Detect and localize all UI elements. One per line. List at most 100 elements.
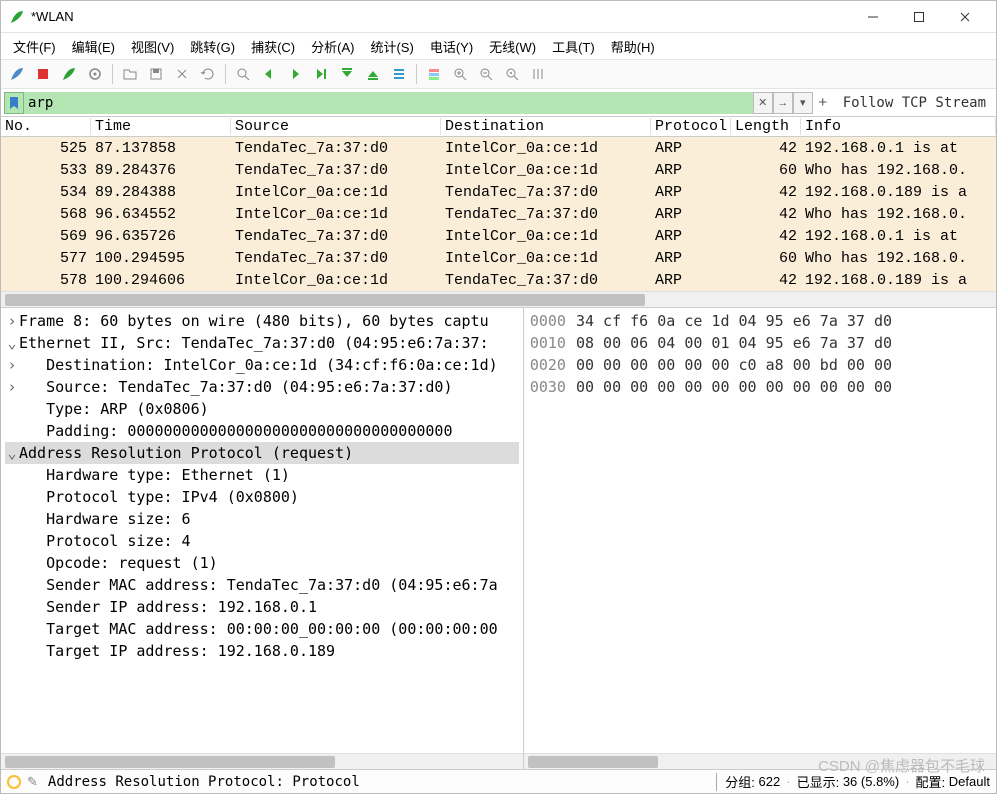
capture-options-icon[interactable]	[83, 62, 107, 86]
menu-edit[interactable]: 编辑(E)	[64, 35, 123, 58]
go-first-icon[interactable]	[335, 62, 359, 86]
tree-item[interactable]: › Destination: IntelCor_0a:ce:1d (34:cf:…	[5, 354, 519, 376]
packet-row[interactable]: 56896.634552IntelCor_0a:ce:1dTendaTec_7a…	[1, 203, 996, 225]
profile-name: Default	[949, 774, 990, 789]
menu-help[interactable]: 帮助(H)	[603, 35, 663, 58]
apply-filter-icon[interactable]: →	[773, 92, 793, 114]
packet-list-hscroll[interactable]	[1, 291, 996, 307]
packet-bytes-pane: 000034 cf f6 0a ce 1d 04 95 e6 7a 37 d00…	[524, 308, 996, 769]
hex-line[interactable]: 003000 00 00 00 00 00 00 00 00 00 00 00	[530, 376, 990, 398]
displayed-label: 已显示:	[797, 772, 840, 791]
col-source[interactable]: Source	[231, 118, 441, 135]
tree-item[interactable]: ⌄Ethernet II, Src: TendaTec_7a:37:d0 (04…	[5, 332, 519, 354]
packet-row[interactable]: 52587.137858TendaTec_7a:37:d0IntelCor_0a…	[1, 137, 996, 159]
profile-label: 配置:	[916, 772, 946, 791]
tree-item[interactable]: Sender IP address: 192.168.0.1	[5, 596, 519, 618]
stop-capture-icon[interactable]	[31, 62, 55, 86]
toolbar	[1, 59, 996, 89]
menu-statistics[interactable]: 统计(S)	[362, 35, 421, 58]
hex-line[interactable]: 000034 cf f6 0a ce 1d 04 95 e6 7a 37 d0	[530, 310, 990, 332]
col-time[interactable]: Time	[91, 118, 231, 135]
add-filter-button[interactable]: +	[813, 94, 833, 111]
go-back-icon[interactable]	[257, 62, 281, 86]
start-capture-icon[interactable]	[5, 62, 29, 86]
colorize-icon[interactable]	[422, 62, 446, 86]
app-icon	[9, 9, 25, 25]
tree-item[interactable]: Target MAC address: 00:00:00_00:00:00 (0…	[5, 618, 519, 640]
statusbar: ✎ Address Resolution Protocol: Protocol …	[1, 769, 996, 793]
packets-count: 622	[759, 774, 781, 789]
tree-item[interactable]: Target IP address: 192.168.0.189	[5, 640, 519, 662]
menubar: 文件(F) 编辑(E) 视图(V) 跳转(G) 捕获(C) 分析(A) 统计(S…	[1, 33, 996, 59]
detail-panes: ›Frame 8: 60 bytes on wire (480 bits), 6…	[1, 307, 996, 769]
zoom-out-icon[interactable]	[474, 62, 498, 86]
col-info[interactable]: Info	[801, 118, 996, 135]
toolbar-separator	[416, 64, 417, 84]
tree-item[interactable]: › Source: TendaTec_7a:37:d0 (04:95:e6:7a…	[5, 376, 519, 398]
packet-details-pane: ›Frame 8: 60 bytes on wire (480 bits), 6…	[1, 308, 524, 769]
packet-row[interactable]: 577100.294595TendaTec_7a:37:d0IntelCor_0…	[1, 247, 996, 269]
menu-file[interactable]: 文件(F)	[5, 35, 64, 58]
close-file-icon[interactable]	[170, 62, 194, 86]
col-protocol[interactable]: Protocol	[651, 118, 731, 135]
tree-item[interactable]: Opcode: request (1)	[5, 552, 519, 574]
open-file-icon[interactable]	[118, 62, 142, 86]
bookmark-icon[interactable]	[4, 92, 24, 114]
follow-tcp-stream-link[interactable]: Follow TCP Stream	[833, 95, 996, 111]
menu-telephony[interactable]: 电话(Y)	[422, 35, 481, 58]
tree-item[interactable]: ›Frame 8: 60 bytes on wire (480 bits), 6…	[5, 310, 519, 332]
auto-scroll-icon[interactable]	[387, 62, 411, 86]
tree-item[interactable]: ⌄Address Resolution Protocol (request)	[5, 442, 519, 464]
minimize-button[interactable]	[850, 2, 896, 32]
packet-list: No. Time Source Destination Protocol Len…	[1, 117, 996, 307]
col-length[interactable]: Length	[731, 118, 801, 135]
menu-analyze[interactable]: 分析(A)	[303, 35, 362, 58]
packet-list-header[interactable]: No. Time Source Destination Protocol Len…	[1, 117, 996, 137]
menu-wireless[interactable]: 无线(W)	[481, 35, 544, 58]
expert-info-icon[interactable]	[7, 775, 21, 789]
menu-capture[interactable]: 捕获(C)	[243, 35, 303, 58]
tree-item[interactable]: Hardware type: Ethernet (1)	[5, 464, 519, 486]
restart-capture-icon[interactable]	[57, 62, 81, 86]
clear-filter-icon[interactable]: ✕	[753, 92, 773, 114]
history-dropdown-icon[interactable]: ▾	[793, 92, 813, 114]
tree-item[interactable]: Hardware size: 6	[5, 508, 519, 530]
menu-tools[interactable]: 工具(T)	[544, 35, 603, 58]
tree-item[interactable]: Padding: 0000000000000000000000000000000…	[5, 420, 519, 442]
edit-icon[interactable]: ✎	[27, 774, 38, 790]
go-to-packet-icon[interactable]	[309, 62, 333, 86]
tree-hscroll[interactable]	[1, 753, 523, 769]
go-last-icon[interactable]	[361, 62, 385, 86]
hex-line[interactable]: 001008 00 06 04 00 01 04 95 e6 7a 37 d0	[530, 332, 990, 354]
col-no[interactable]: No.	[1, 118, 91, 135]
tree-item[interactable]: Protocol size: 4	[5, 530, 519, 552]
tree-item[interactable]: Sender MAC address: TendaTec_7a:37:d0 (0…	[5, 574, 519, 596]
packets-label: 分组:	[725, 772, 755, 791]
resize-columns-icon[interactable]	[526, 62, 550, 86]
toolbar-separator	[112, 64, 113, 84]
hex-hscroll[interactable]	[524, 753, 996, 769]
maximize-button[interactable]	[896, 2, 942, 32]
tree-item[interactable]: Type: ARP (0x0806)	[5, 398, 519, 420]
find-icon[interactable]	[231, 62, 255, 86]
hex-line[interactable]: 002000 00 00 00 00 00 c0 a8 00 bd 00 00	[530, 354, 990, 376]
reload-icon[interactable]	[196, 62, 220, 86]
zoom-in-icon[interactable]	[448, 62, 472, 86]
titlebar: *WLAN	[1, 1, 996, 33]
status-field-info: Address Resolution Protocol: Protocol	[48, 774, 708, 790]
display-filter-input[interactable]	[24, 92, 753, 114]
menu-view[interactable]: 视图(V)	[123, 35, 182, 58]
zoom-reset-icon[interactable]	[500, 62, 524, 86]
menu-go[interactable]: 跳转(G)	[182, 35, 243, 58]
packet-row[interactable]: 53389.284376TendaTec_7a:37:d0IntelCor_0a…	[1, 159, 996, 181]
packet-row[interactable]: 53489.284388IntelCor_0a:ce:1dTendaTec_7a…	[1, 181, 996, 203]
packet-row[interactable]: 578100.294606IntelCor_0a:ce:1dTendaTec_7…	[1, 269, 996, 291]
tree-item[interactable]: Protocol type: IPv4 (0x0800)	[5, 486, 519, 508]
close-button[interactable]	[942, 2, 988, 32]
window-title: *WLAN	[31, 9, 850, 24]
go-forward-icon[interactable]	[283, 62, 307, 86]
save-file-icon[interactable]	[144, 62, 168, 86]
packet-row[interactable]: 56996.635726TendaTec_7a:37:d0IntelCor_0a…	[1, 225, 996, 247]
col-destination[interactable]: Destination	[441, 118, 651, 135]
toolbar-separator	[225, 64, 226, 84]
